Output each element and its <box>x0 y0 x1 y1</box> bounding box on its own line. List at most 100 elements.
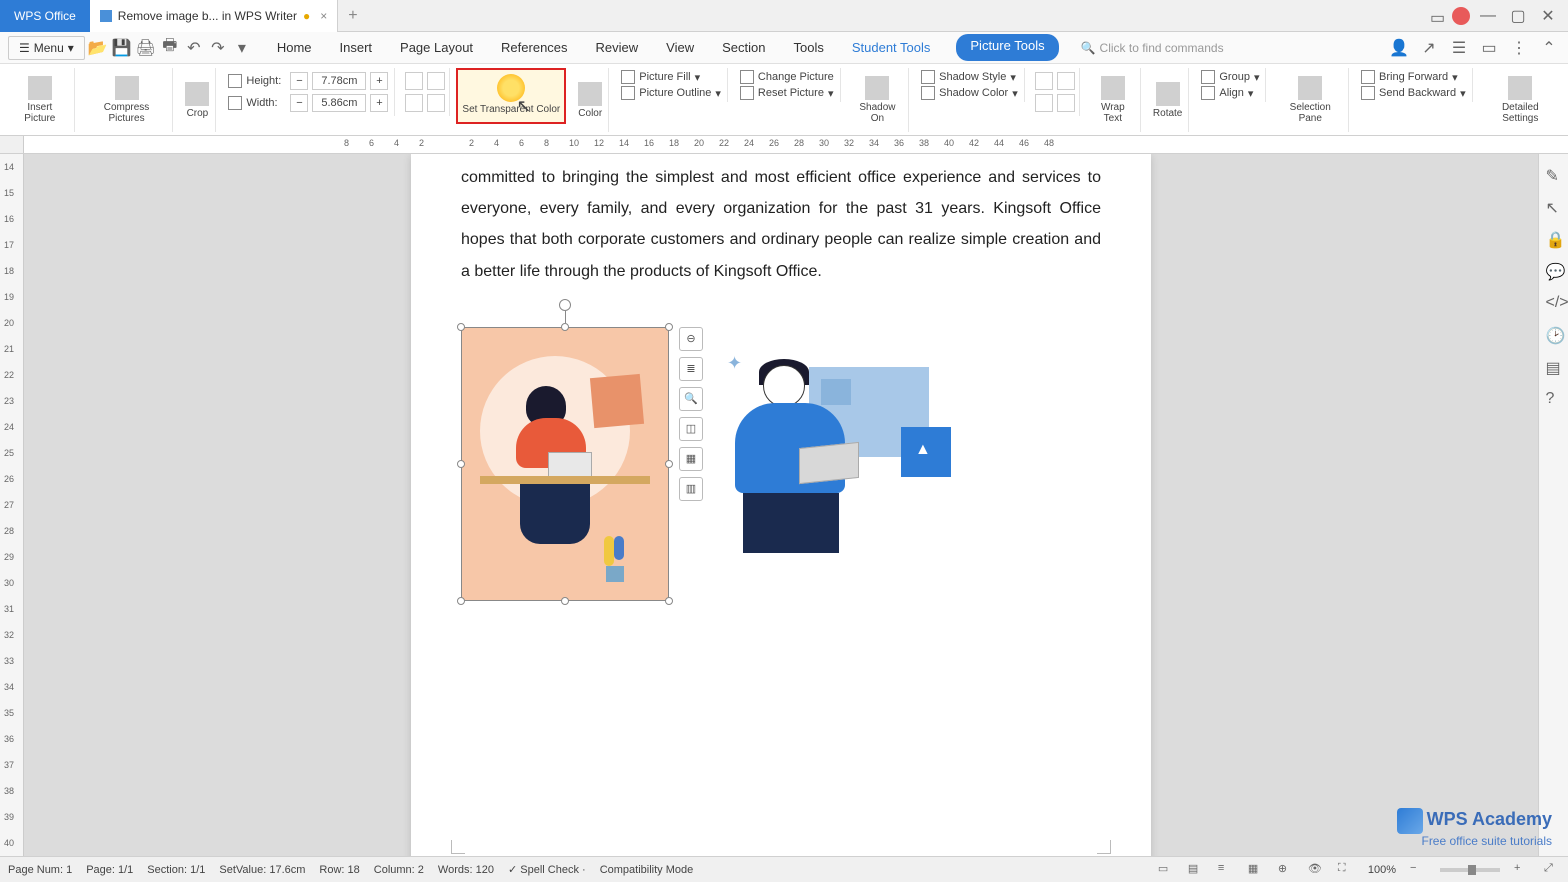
menu-button[interactable]: ☰ Menu ▾ <box>8 36 85 60</box>
nudge-left-icon[interactable] <box>1035 94 1053 112</box>
resize-handle[interactable] <box>561 323 569 331</box>
new-tab-button[interactable]: + <box>338 1 367 31</box>
collapse-ribbon-icon[interactable]: ⌃ <box>1538 37 1560 59</box>
tab-insert[interactable]: Insert <box>338 34 375 61</box>
fullscreen-icon[interactable]: ⤢ <box>1544 862 1560 878</box>
qat-more-icon[interactable]: ▾ <box>231 37 253 59</box>
detailed-settings-button[interactable]: Detailed Settings <box>1479 68 1562 132</box>
resize-handle[interactable] <box>665 597 673 605</box>
zoom-out-icon[interactable]: ⊖ <box>679 327 703 351</box>
rotate-right-icon[interactable] <box>427 72 445 90</box>
zoom-in-icon[interactable]: + <box>1514 862 1530 878</box>
edit-icon[interactable]: ✎ <box>1546 166 1562 182</box>
tab-picture-tools[interactable]: Picture Tools <box>956 34 1058 61</box>
vertical-ruler[interactable]: 1415161718192021222324252627282930313233… <box>0 154 24 860</box>
crop-float-icon[interactable]: ◫ <box>679 417 703 441</box>
width-decrease-button[interactable]: − <box>290 94 308 112</box>
height-increase-button[interactable]: + <box>370 72 388 90</box>
tab-page-layout[interactable]: Page Layout <box>398 34 475 61</box>
flip-v-icon[interactable] <box>427 94 445 112</box>
close-button[interactable]: ✕ <box>1536 4 1560 28</box>
settings-icon[interactable]: ☰ <box>1448 37 1470 59</box>
crop-button[interactable]: Crop <box>179 68 216 132</box>
eye-icon[interactable]: 👁 <box>1308 862 1324 878</box>
app-tab[interactable]: WPS Office <box>0 0 90 32</box>
picture-tools-icon[interactable]: ▦ <box>679 447 703 471</box>
tab-student-tools[interactable]: Student Tools <box>850 34 933 61</box>
nudge-right-icon[interactable] <box>1057 94 1075 112</box>
tab-references[interactable]: References <box>499 34 569 61</box>
nudge-up-icon[interactable] <box>1035 72 1053 90</box>
focus-mode-icon[interactable]: ▭ <box>1158 862 1174 878</box>
shadow-color-button[interactable]: Shadow Color▾ <box>921 86 1018 100</box>
outline-view-icon[interactable]: ≡ <box>1218 862 1234 878</box>
more-icon[interactable]: ⋮ <box>1508 37 1530 59</box>
send-backward-button[interactable]: Send Backward▾ <box>1361 86 1466 100</box>
zoom-slider[interactable] <box>1440 868 1500 872</box>
status-page-num[interactable]: Page Num: 1 <box>8 864 72 876</box>
shadow-on-button[interactable]: Shadow On <box>847 68 909 132</box>
user-avatar-icon[interactable] <box>1452 7 1470 25</box>
workspace-icon[interactable]: ▭ <box>1430 8 1446 24</box>
flip-h-icon[interactable] <box>405 94 423 112</box>
status-section[interactable]: Section: 1/1 <box>147 864 205 876</box>
zoom-out-icon[interactable]: − <box>1410 862 1426 878</box>
redo-icon[interactable]: ↷ <box>207 37 229 59</box>
height-input[interactable]: 7.78cm <box>312 72 366 90</box>
group-button[interactable]: Group▾ <box>1201 70 1259 84</box>
width-input[interactable]: 5.86cm <box>312 94 366 112</box>
web-layout-icon[interactable]: ▦ <box>1248 862 1264 878</box>
reset-picture-button[interactable]: Reset Picture▾ <box>740 86 834 100</box>
picture-fill-button[interactable]: Picture Fill▾ <box>621 70 721 84</box>
history-icon[interactable]: 🕑 <box>1546 326 1562 342</box>
insert-picture-button[interactable]: Insert Picture <box>6 68 75 132</box>
stack-icon[interactable]: ▤ <box>1546 358 1562 374</box>
reading-view-icon[interactable]: ⊕ <box>1278 862 1294 878</box>
color-button[interactable]: Color <box>572 68 609 132</box>
rotate-button[interactable]: Rotate <box>1147 68 1189 132</box>
tab-tools[interactable]: Tools <box>791 34 825 61</box>
picture-outline-button[interactable]: Picture Outline▾ <box>621 86 721 100</box>
tab-close-icon[interactable]: × <box>320 9 327 23</box>
status-spellcheck[interactable]: ✓ Spell Check · <box>508 863 586 876</box>
selection-pane-button[interactable]: Selection Pane <box>1272 68 1349 132</box>
change-picture-button[interactable]: Change Picture <box>740 70 834 84</box>
maximize-button[interactable]: ▢ <box>1506 4 1530 28</box>
horizontal-ruler[interactable]: 8642246810121416182022242628303234363840… <box>0 136 1568 154</box>
wrap-text-button[interactable]: Wrap Text <box>1086 68 1141 132</box>
status-page[interactable]: Page: 1/1 <box>86 864 133 876</box>
rotate-left-icon[interactable] <box>405 72 423 90</box>
print-icon[interactable]: 🖨 <box>135 37 157 59</box>
help-icon[interactable]: ? <box>1546 390 1562 406</box>
save-icon[interactable]: 💾 <box>111 37 133 59</box>
height-decrease-button[interactable]: − <box>290 72 308 90</box>
resize-handle[interactable] <box>561 597 569 605</box>
command-search[interactable]: 🔍 Click to find commands <box>1081 41 1224 55</box>
tab-view[interactable]: View <box>664 34 696 61</box>
minimize-button[interactable]: — <box>1476 4 1500 28</box>
compress-pictures-button[interactable]: Compress Pictures <box>81 68 174 132</box>
document-tab[interactable]: Remove image b... in WPS Writer ● × <box>90 0 338 32</box>
selected-image[interactable]: ⊖ ≣ 🔍 ◫ ▦ ▥ <box>461 327 669 601</box>
resize-handle[interactable] <box>665 460 673 468</box>
resize-handle[interactable] <box>665 323 673 331</box>
page-area[interactable]: committed to bringing the simplest and m… <box>24 154 1538 860</box>
status-words[interactable]: Words: 120 <box>438 864 494 876</box>
bring-forward-button[interactable]: Bring Forward▾ <box>1361 70 1466 84</box>
layout-options-icon[interactable]: ≣ <box>679 357 703 381</box>
chat-icon[interactable]: 💬 <box>1546 262 1562 278</box>
share-icon[interactable]: 👤 <box>1388 37 1410 59</box>
undo-icon[interactable]: ↶ <box>183 37 205 59</box>
resize-handle[interactable] <box>457 597 465 605</box>
nudge-down-icon[interactable] <box>1057 72 1075 90</box>
set-transparent-color-button[interactable]: Set Transparent Color ↖ <box>456 68 566 124</box>
lock-icon[interactable]: 🔒 <box>1546 230 1562 246</box>
print-layout-icon[interactable]: ▤ <box>1188 862 1204 878</box>
width-increase-button[interactable]: + <box>370 94 388 112</box>
tab-home[interactable]: Home <box>275 34 314 61</box>
print-preview-icon[interactable]: 🖶 <box>159 37 181 59</box>
feedback-icon[interactable]: ▭ <box>1478 37 1500 59</box>
resize-handle[interactable] <box>457 323 465 331</box>
code-icon[interactable]: </> <box>1546 294 1562 310</box>
rotation-handle-icon[interactable] <box>559 299 571 311</box>
